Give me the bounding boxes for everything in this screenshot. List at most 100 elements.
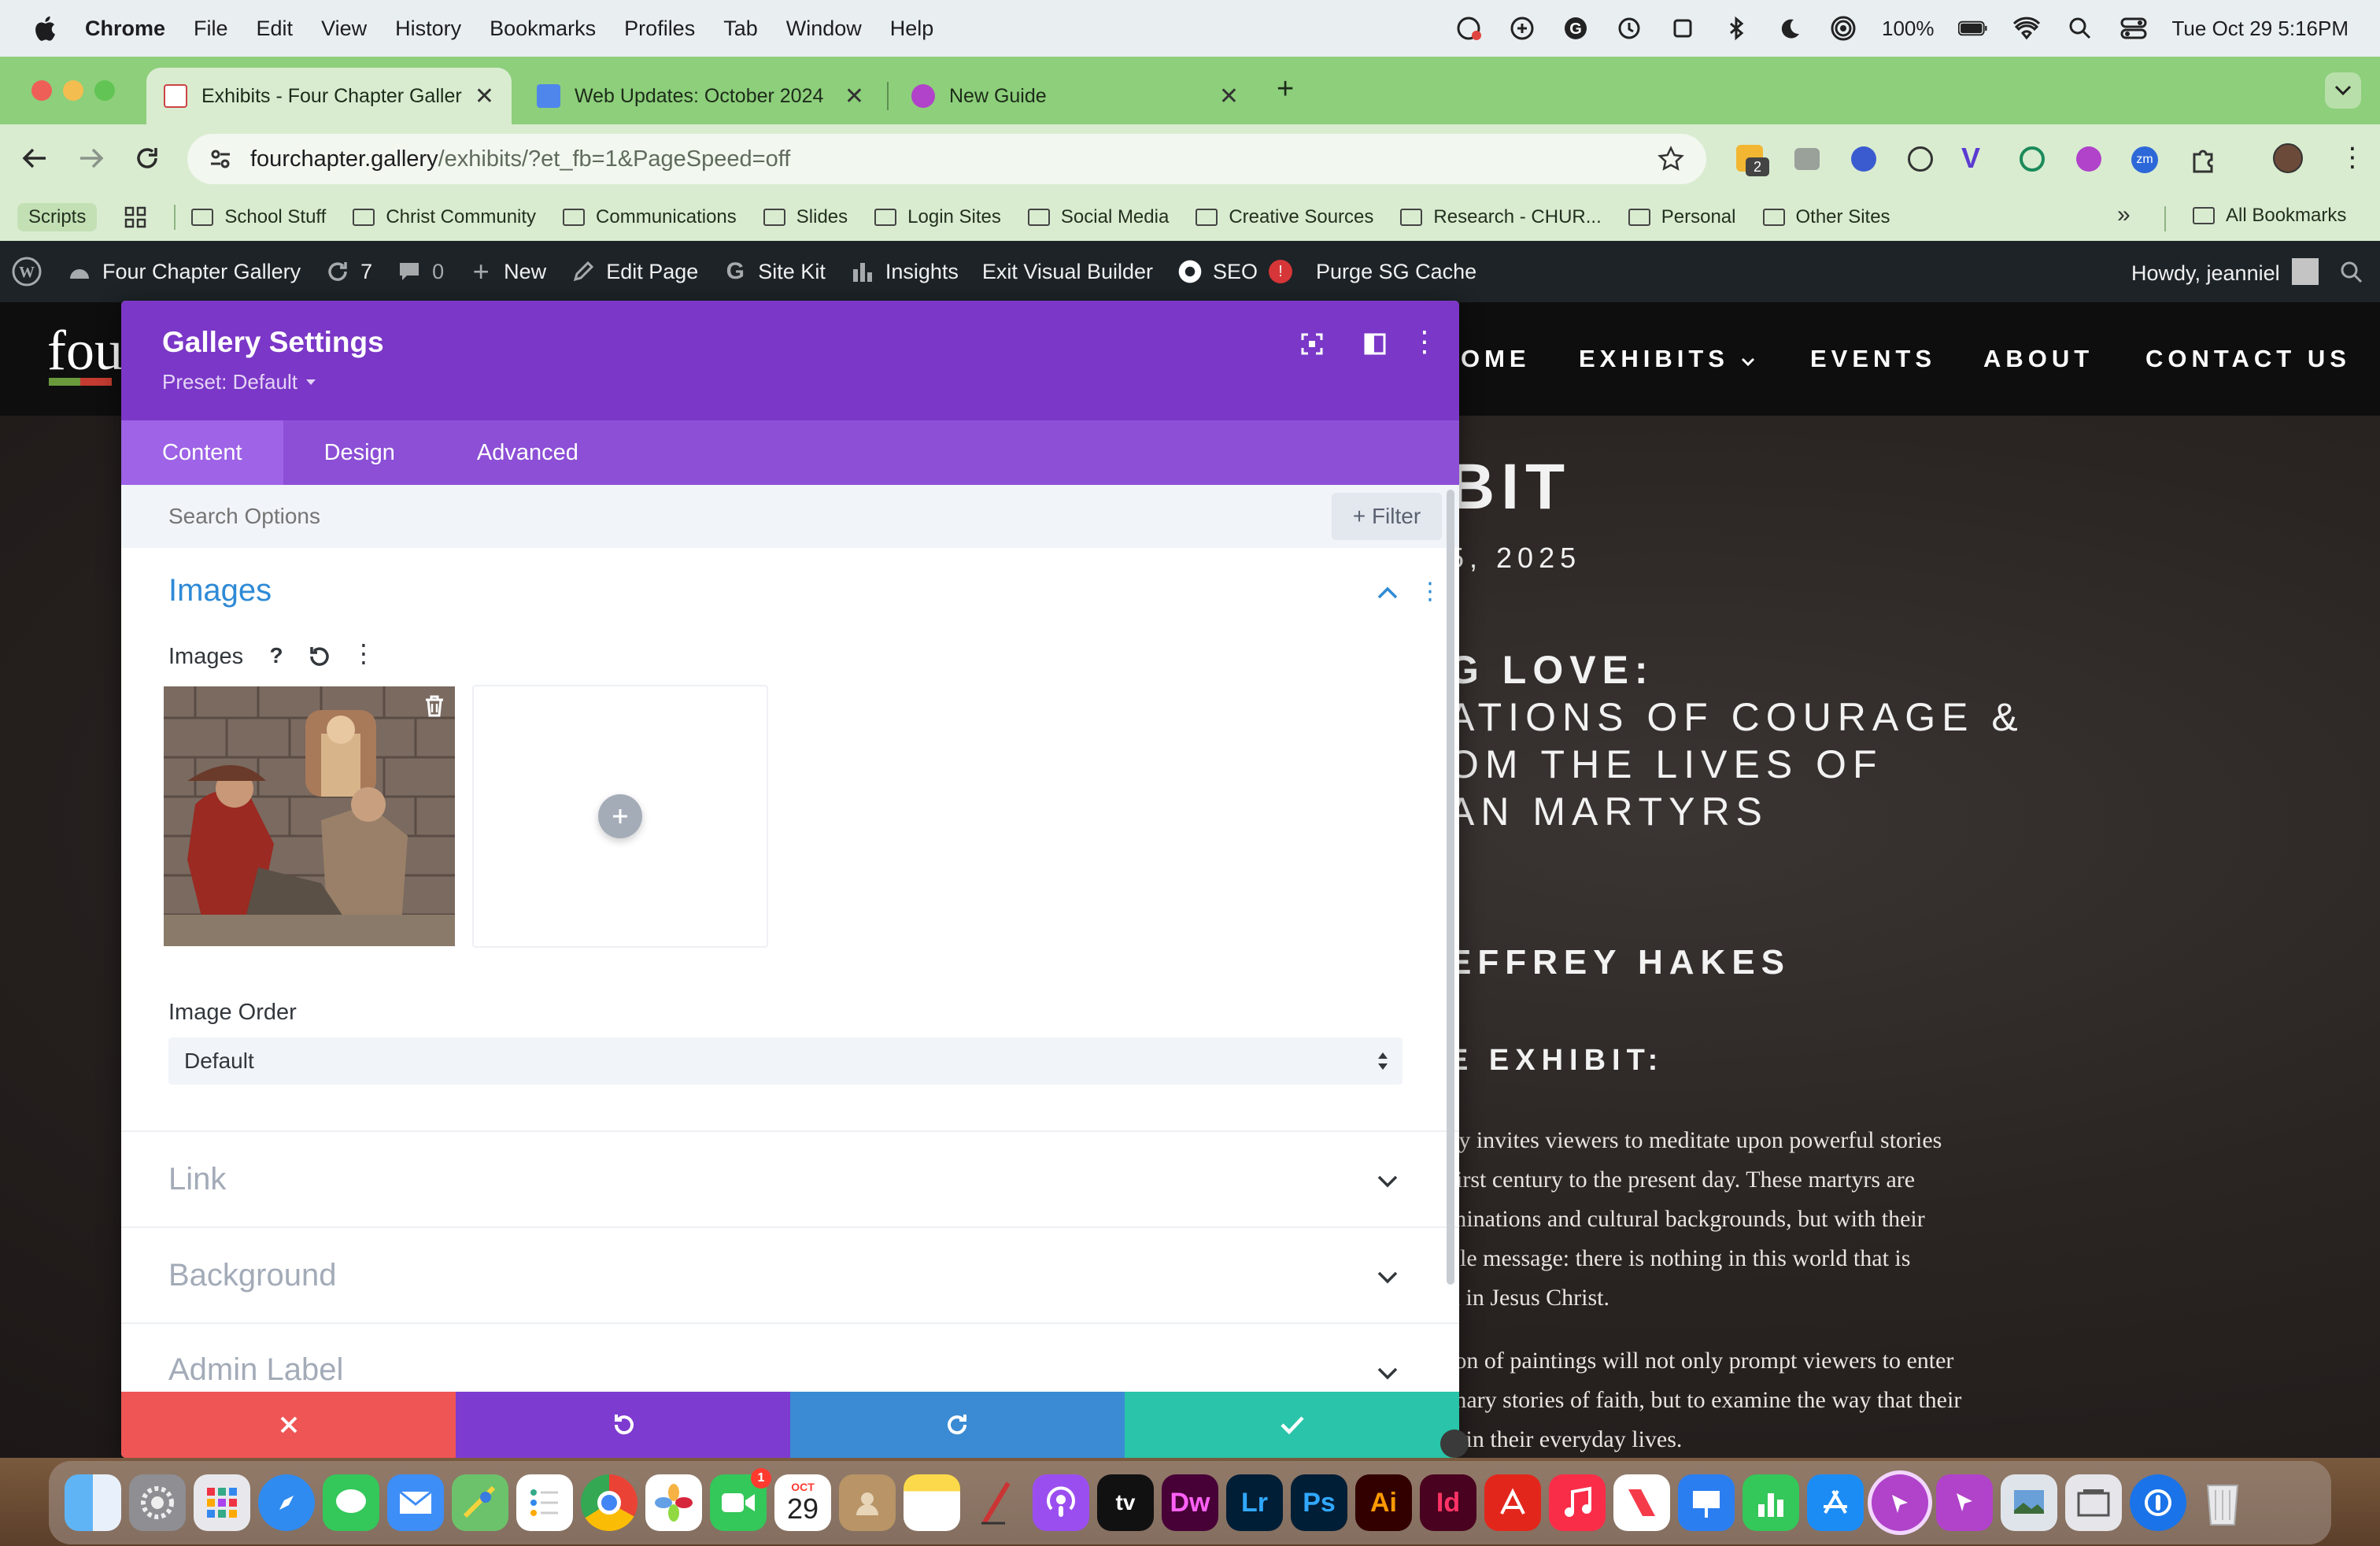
wp-site-name[interactable]: Four Chapter Gallery bbox=[66, 258, 301, 285]
new-tab-button[interactable]: + bbox=[1277, 72, 1294, 106]
filter-button[interactable]: + Filter bbox=[1332, 493, 1442, 540]
back-arrow-icon[interactable] bbox=[20, 146, 49, 170]
display-icon[interactable] bbox=[1668, 13, 1698, 43]
bookmark-folder-communications[interactable]: Communications bbox=[563, 206, 737, 228]
messages-icon[interactable] bbox=[323, 1474, 379, 1531]
trash-icon[interactable] bbox=[2194, 1474, 2251, 1531]
contacts-icon[interactable] bbox=[839, 1474, 896, 1531]
wordpress-logo-icon[interactable]: W bbox=[11, 256, 42, 287]
fullscreen-icon[interactable] bbox=[1300, 332, 1324, 356]
link-section-toggle[interactable]: Link bbox=[168, 1162, 226, 1197]
preview-icon[interactable] bbox=[2001, 1474, 2057, 1531]
field-options-icon[interactable]: ⋮ bbox=[351, 639, 376, 668]
modal-scrollbar[interactable] bbox=[1447, 490, 1454, 1285]
vimeo-extension-icon[interactable]: V bbox=[1961, 144, 1990, 172]
music-icon[interactable] bbox=[1549, 1474, 1606, 1531]
grammarly-extension-icon[interactable] bbox=[2020, 146, 2045, 172]
admin-label-section-toggle[interactable]: Admin Label bbox=[168, 1352, 343, 1388]
forward-arrow-icon[interactable] bbox=[77, 146, 105, 170]
apple-menu-icon[interactable] bbox=[31, 14, 57, 43]
tab-web-updates[interactable]: Web Updates: October 2024 ✕ bbox=[519, 68, 881, 124]
menu-file[interactable]: File bbox=[194, 17, 228, 41]
time-machine-icon[interactable] bbox=[1614, 13, 1644, 43]
screenshot-extension-icon[interactable] bbox=[1794, 148, 1820, 170]
scribe-icon[interactable] bbox=[1872, 1474, 1928, 1531]
bookmark-folder-social-media[interactable]: Social Media bbox=[1027, 206, 1169, 228]
mail-icon[interactable] bbox=[387, 1474, 444, 1531]
nav-about[interactable]: ABOUT bbox=[1983, 345, 2094, 373]
resize-handle[interactable] bbox=[1440, 1429, 1469, 1458]
wp-seo[interactable]: SEO! bbox=[1177, 258, 1293, 285]
bookmark-folder-research[interactable]: Research - CHUR... bbox=[1400, 206, 1602, 228]
calendar-icon[interactable]: OCT 29 bbox=[774, 1474, 831, 1531]
reminders-icon[interactable] bbox=[516, 1474, 573, 1531]
help-icon[interactable]: ? bbox=[261, 641, 291, 671]
tab-new-guide[interactable]: New Guide ✕ bbox=[894, 68, 1256, 124]
creative-cloud-icon[interactable] bbox=[1454, 13, 1484, 43]
photos-icon[interactable] bbox=[645, 1474, 702, 1531]
redo-button[interactable] bbox=[790, 1392, 1125, 1458]
wp-edit-page[interactable]: Edit Page bbox=[570, 258, 698, 285]
pen-icon[interactable] bbox=[968, 1474, 1025, 1531]
undo-button[interactable] bbox=[456, 1392, 790, 1458]
menu-edit[interactable]: Edit bbox=[257, 17, 294, 41]
site-info-icon[interactable] bbox=[208, 146, 233, 172]
menu-bookmarks[interactable]: Bookmarks bbox=[490, 17, 596, 41]
add-image-plus-icon[interactable] bbox=[598, 794, 642, 838]
news-icon[interactable] bbox=[1613, 1474, 1670, 1531]
scribe-business-icon[interactable] bbox=[1936, 1474, 1993, 1531]
wp-site-kit[interactable]: G Site Kit bbox=[722, 258, 826, 285]
chevron-down-icon[interactable] bbox=[1377, 1174, 1398, 1189]
reset-icon[interactable] bbox=[307, 644, 332, 669]
split-view-icon[interactable] bbox=[1363, 332, 1387, 356]
bookmark-folder-slides[interactable]: Slides bbox=[763, 206, 848, 228]
apps-grid-icon[interactable] bbox=[124, 205, 147, 229]
bookmark-scripts[interactable]: Scripts bbox=[17, 203, 98, 231]
bookmark-star-icon[interactable] bbox=[1658, 146, 1684, 172]
add-image-dropzone[interactable] bbox=[472, 685, 768, 948]
dreamweaver-icon[interactable]: Dw bbox=[1162, 1474, 1218, 1531]
system-settings-icon[interactable] bbox=[129, 1474, 186, 1531]
bookmark-folder-personal[interactable]: Personal bbox=[1628, 206, 1736, 228]
indesign-icon[interactable]: Id bbox=[1420, 1474, 1476, 1531]
close-tab-icon[interactable]: ✕ bbox=[1219, 83, 1239, 110]
wp-howdy-user[interactable]: Howdy, jeanniel bbox=[2131, 261, 2280, 286]
delete-image-icon[interactable] bbox=[423, 694, 445, 718]
spotlight-search-icon[interactable] bbox=[2065, 13, 2095, 43]
chevron-up-icon[interactable] bbox=[1377, 586, 1398, 600]
vpn-icon[interactable] bbox=[1507, 13, 1537, 43]
chrome-menu-icon[interactable]: ⋮ bbox=[2339, 142, 2366, 173]
chrome-icon[interactable] bbox=[581, 1474, 638, 1531]
image-order-select[interactable]: Default bbox=[168, 1037, 1402, 1085]
bookmark-folder-christ-community[interactable]: Christ Community bbox=[353, 206, 536, 228]
wp-purge-cache[interactable]: Purge SG Cache bbox=[1316, 260, 1476, 284]
wp-new[interactable]: + New bbox=[468, 255, 547, 287]
profile-avatar[interactable] bbox=[2273, 143, 2303, 173]
menu-profiles[interactable]: Profiles bbox=[624, 17, 695, 41]
nav-contact-us[interactable]: CONTACT US bbox=[2145, 345, 2351, 373]
podcasts-icon[interactable] bbox=[1033, 1474, 1089, 1531]
section-options-icon[interactable]: ⋮ bbox=[1418, 578, 1442, 606]
menu-history[interactable]: History bbox=[395, 17, 461, 41]
user-avatar[interactable] bbox=[2292, 258, 2319, 285]
seo-extension-icon[interactable] bbox=[1851, 146, 1876, 172]
close-tab-icon[interactable]: ✕ bbox=[475, 83, 494, 110]
images-section-toggle[interactable]: Images bbox=[168, 573, 272, 608]
close-tab-icon[interactable]: ✕ bbox=[844, 83, 864, 110]
grammarly-icon[interactable]: G bbox=[1561, 13, 1591, 43]
menu-window[interactable]: Window bbox=[786, 17, 862, 41]
wp-insights[interactable]: Insights bbox=[849, 258, 959, 285]
battery-icon[interactable] bbox=[1957, 13, 1988, 43]
finder-icon[interactable] bbox=[65, 1474, 121, 1531]
tab-exhibits[interactable]: Exhibits - Four Chapter Galler ✕ bbox=[146, 68, 512, 124]
scribe-extension-icon[interactable] bbox=[2076, 146, 2101, 172]
bookmark-folder-school-stuff[interactable]: School Stuff bbox=[191, 206, 326, 228]
bookmark-folder-other-sites[interactable]: Other Sites bbox=[1762, 206, 1890, 228]
chevron-down-icon[interactable] bbox=[1377, 1270, 1398, 1285]
menu-help[interactable]: Help bbox=[890, 17, 934, 41]
search-options-input[interactable] bbox=[168, 496, 1034, 537]
privacy-extension-icon[interactable] bbox=[1908, 146, 1933, 172]
zoom-extension-icon[interactable]: zm bbox=[2131, 146, 2158, 173]
appstore-icon[interactable] bbox=[1807, 1474, 1864, 1531]
wp-updates[interactable]: 7 bbox=[324, 258, 372, 285]
